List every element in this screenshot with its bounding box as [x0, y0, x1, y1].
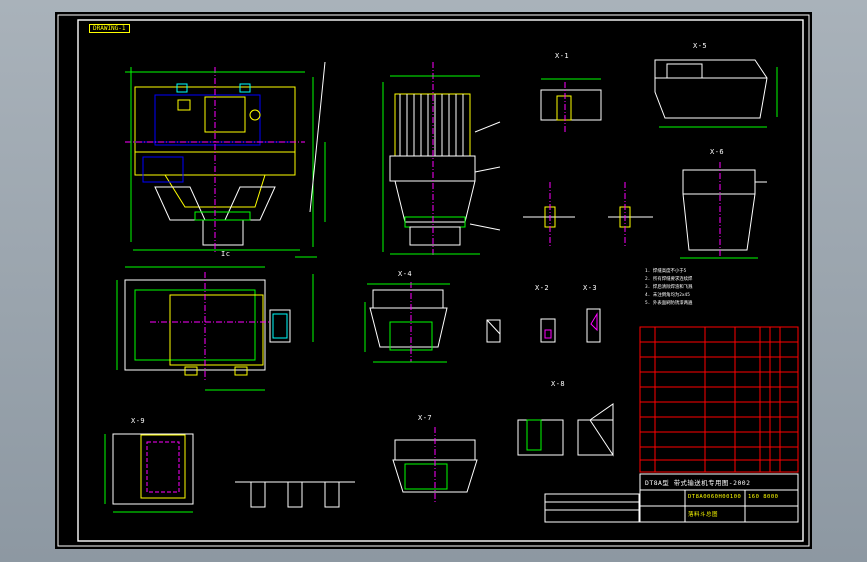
side-elevation-view — [382, 62, 501, 257]
view-label-x5: X-5 — [693, 42, 708, 50]
view-label-x3: X-3 — [583, 284, 598, 292]
drawing-canvas — [57, 14, 810, 547]
detail-x6-view — [680, 162, 767, 259]
view-label-x4: X-4 — [398, 270, 413, 278]
note-line-1: 1. 焊缝高度不小于5 — [645, 269, 687, 274]
note-line-2: 2. 所有焊缝要求连续焊 — [645, 277, 693, 282]
front-elevation-view — [125, 61, 326, 252]
section-x7-view — [392, 427, 478, 502]
note-line-4: 4. 未注倒角均为2x45 — [645, 293, 690, 298]
note-line-5: 5. 外表面刷防锈漆两遍 — [645, 301, 693, 306]
drawing-sheet: DRAWING-1 Ic X-1 X-5 X-6 X-4 X-2 X-3 X-7… — [55, 12, 812, 549]
detail-c-view — [104, 433, 194, 513]
plan-view — [116, 256, 317, 391]
view-label-x8: X-8 — [551, 380, 566, 388]
view-label-x6: X-6 — [710, 148, 725, 156]
title-code: 160 8000 — [748, 494, 779, 500]
gusset-details — [486, 308, 601, 343]
note-line-3: 3. 焊后清除焊渣和飞溅 — [645, 285, 693, 290]
section-label: Ic — [221, 250, 231, 258]
title-name: 落料斗总图 — [688, 512, 719, 518]
cad-viewport[interactable]: DRAWING-1 Ic X-1 X-5 X-6 X-4 X-2 X-3 X-7… — [0, 0, 867, 562]
view-label-x7: X-7 — [418, 414, 433, 422]
view-label-x1: X-1 — [555, 52, 570, 60]
title-drawing-no: DT8A0060H00100 — [688, 494, 742, 500]
view-label-x2: X-2 — [535, 284, 550, 292]
detail-x8-view — [517, 403, 614, 457]
weld-details — [523, 182, 653, 247]
detail-flanges — [235, 481, 355, 508]
detail-x1-view — [540, 78, 602, 132]
section-x4-view — [364, 282, 450, 363]
view-label-x9: X-9 — [131, 417, 146, 425]
title-main: DT8A型 带式输送机专用图-2002 — [645, 479, 751, 487]
detail-x5-view — [654, 59, 778, 128]
layout-tab[interactable]: DRAWING-1 — [89, 24, 130, 33]
parts-list-table — [639, 326, 799, 473]
